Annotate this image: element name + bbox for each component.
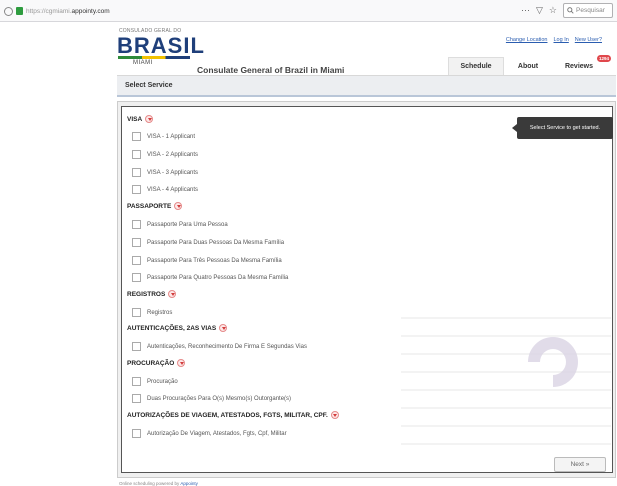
select-service-tooltip: Select Service to get started. xyxy=(512,117,613,139)
service-label: VISA - 2 Applicants xyxy=(147,151,199,158)
service-list: VISA VISA - 1 Applicant VISA - 2 Applica… xyxy=(121,106,613,473)
category-label: PASSAPORTE xyxy=(127,202,172,210)
appointy-link[interactable]: Appointy xyxy=(180,481,198,486)
search-placeholder: Pesquisar xyxy=(576,7,605,14)
top-links: Change Location Log In New User? xyxy=(506,37,602,43)
checkbox[interactable] xyxy=(132,377,141,386)
service-label: Autenticações, Reconhecimento De Firma E… xyxy=(147,343,307,350)
checkbox[interactable] xyxy=(132,220,141,229)
chevron-down-icon[interactable] xyxy=(219,324,228,332)
service-item[interactable]: Procuração xyxy=(132,377,178,386)
service-item[interactable]: VISA - 2 Applicants xyxy=(132,150,198,159)
chevron-down-icon[interactable] xyxy=(174,202,183,210)
checkbox[interactable] xyxy=(132,238,141,247)
chevron-down-icon[interactable] xyxy=(330,411,339,419)
checkbox[interactable] xyxy=(132,256,141,265)
service-label: VISA - 1 Applicant xyxy=(147,133,196,140)
category-label: AUTORIZAÇÕES DE VIAGEM, ATESTADOS, FGTS,… xyxy=(127,411,328,419)
category-autorizacoes[interactable]: AUTORIZAÇÕES DE VIAGEM, ATESTADOS, FGTS,… xyxy=(127,411,339,419)
browser-toolbar: https://cgmiami.appointy.com ⋯ ▽ ☆ Pesqu… xyxy=(0,0,617,22)
reviews-badge: 1294 xyxy=(597,55,612,62)
service-label: Duas Procurações Para O(s) Mesmo(s) Outo… xyxy=(147,395,292,402)
decorative-logo-shape xyxy=(528,337,578,387)
category-label: REGISTROS xyxy=(127,290,166,298)
logo-stripe xyxy=(118,56,190,59)
service-label: Passaporte Para Três Pessoas Da Mesma Fa… xyxy=(147,257,282,264)
category-visa[interactable]: VISA xyxy=(127,115,154,123)
next-button[interactable]: Next » xyxy=(554,457,606,472)
footer-text: Online scheduling powered by xyxy=(119,481,180,486)
category-label: AUTENTICAÇÕES, 2AS VIAS xyxy=(127,324,217,332)
service-label: VISA - 3 Applicants xyxy=(147,169,199,176)
checkbox[interactable] xyxy=(132,132,141,141)
bookmark-star-icon[interactable]: ☆ xyxy=(549,5,557,16)
logo-city: MIAMI xyxy=(133,60,153,66)
service-item[interactable]: Passaporte Para Quatro Pessoas Da Mesma … xyxy=(132,273,288,282)
service-item[interactable]: Autorização De Viagem, Atestados, Fgts, … xyxy=(132,429,287,438)
service-item[interactable]: Registros xyxy=(132,308,172,317)
service-item[interactable]: VISA - 3 Applicants xyxy=(132,168,198,177)
checkbox[interactable] xyxy=(132,185,141,194)
address-bar[interactable]: https://cgmiami.appointy.com xyxy=(4,4,110,18)
checkbox[interactable] xyxy=(132,429,141,438)
service-label: Passaporte Para Uma Pessoa xyxy=(147,221,228,228)
checkbox[interactable] xyxy=(132,150,141,159)
category-label: VISA xyxy=(127,115,143,123)
page-actions-icon[interactable]: ⋯ xyxy=(521,5,530,16)
service-label: VISA - 4 Applicants xyxy=(147,186,199,193)
browser-search-input[interactable]: Pesquisar xyxy=(563,3,613,18)
service-item[interactable]: VISA - 4 Applicants xyxy=(132,185,198,194)
category-registros[interactable]: REGISTROS xyxy=(127,290,177,298)
tab-schedule[interactable]: Schedule xyxy=(448,57,504,75)
footer: Online scheduling powered by Appointy xyxy=(119,481,198,486)
service-label: Passaporte Para Quatro Pessoas Da Mesma … xyxy=(147,274,289,281)
service-label: Procuração xyxy=(147,378,178,385)
service-item[interactable]: Passaporte Para Três Pessoas Da Mesma Fa… xyxy=(132,256,282,265)
section-header: Select Service xyxy=(117,75,616,97)
service-label: Autorização De Viagem, Atestados, Fgts, … xyxy=(147,430,287,437)
chevron-down-icon[interactable] xyxy=(177,359,186,367)
checkbox[interactable] xyxy=(132,308,141,317)
checkbox[interactable] xyxy=(132,168,141,177)
service-item[interactable]: Passaporte Para Uma Pessoa xyxy=(132,220,228,229)
service-item[interactable]: Autenticações, Reconhecimento De Firma E… xyxy=(132,342,307,351)
url-text[interactable]: https://cgmiami.appointy.com xyxy=(26,8,110,15)
checkbox[interactable] xyxy=(132,342,141,351)
service-item[interactable]: VISA - 1 Applicant xyxy=(132,132,195,141)
chevron-down-icon[interactable] xyxy=(168,290,177,298)
chevron-down-icon[interactable] xyxy=(145,115,154,123)
change-location-link[interactable]: Change Location xyxy=(506,37,548,43)
checkbox[interactable] xyxy=(132,273,141,282)
search-icon xyxy=(567,7,574,14)
service-item[interactable]: Passaporte Para Duas Pessoas Da Mesma Fa… xyxy=(132,238,284,247)
checkbox[interactable] xyxy=(132,394,141,403)
category-label: PROCURAÇÃO xyxy=(127,359,175,367)
tab-about[interactable]: About xyxy=(508,57,548,75)
section-title: Select Service xyxy=(125,82,173,89)
service-label: Registros xyxy=(147,309,173,316)
service-item[interactable]: Duas Procurações Para O(s) Mesmo(s) Outo… xyxy=(132,394,291,403)
category-procuracao[interactable]: PROCURAÇÃO xyxy=(127,359,186,367)
info-icon[interactable] xyxy=(4,6,13,16)
page-title: Consulate General of Brazil in Miami xyxy=(197,65,345,75)
pocket-icon[interactable]: ▽ xyxy=(536,5,543,16)
category-passaporte[interactable]: PASSAPORTE xyxy=(127,202,183,210)
new-user-link[interactable]: New User? xyxy=(575,37,602,43)
login-link[interactable]: Log In xyxy=(554,37,569,43)
category-autenticacoes[interactable]: AUTENTICAÇÕES, 2AS VIAS xyxy=(127,324,228,332)
lock-icon[interactable] xyxy=(16,7,23,15)
service-label: Passaporte Para Duas Pessoas Da Mesma Fa… xyxy=(147,239,285,246)
